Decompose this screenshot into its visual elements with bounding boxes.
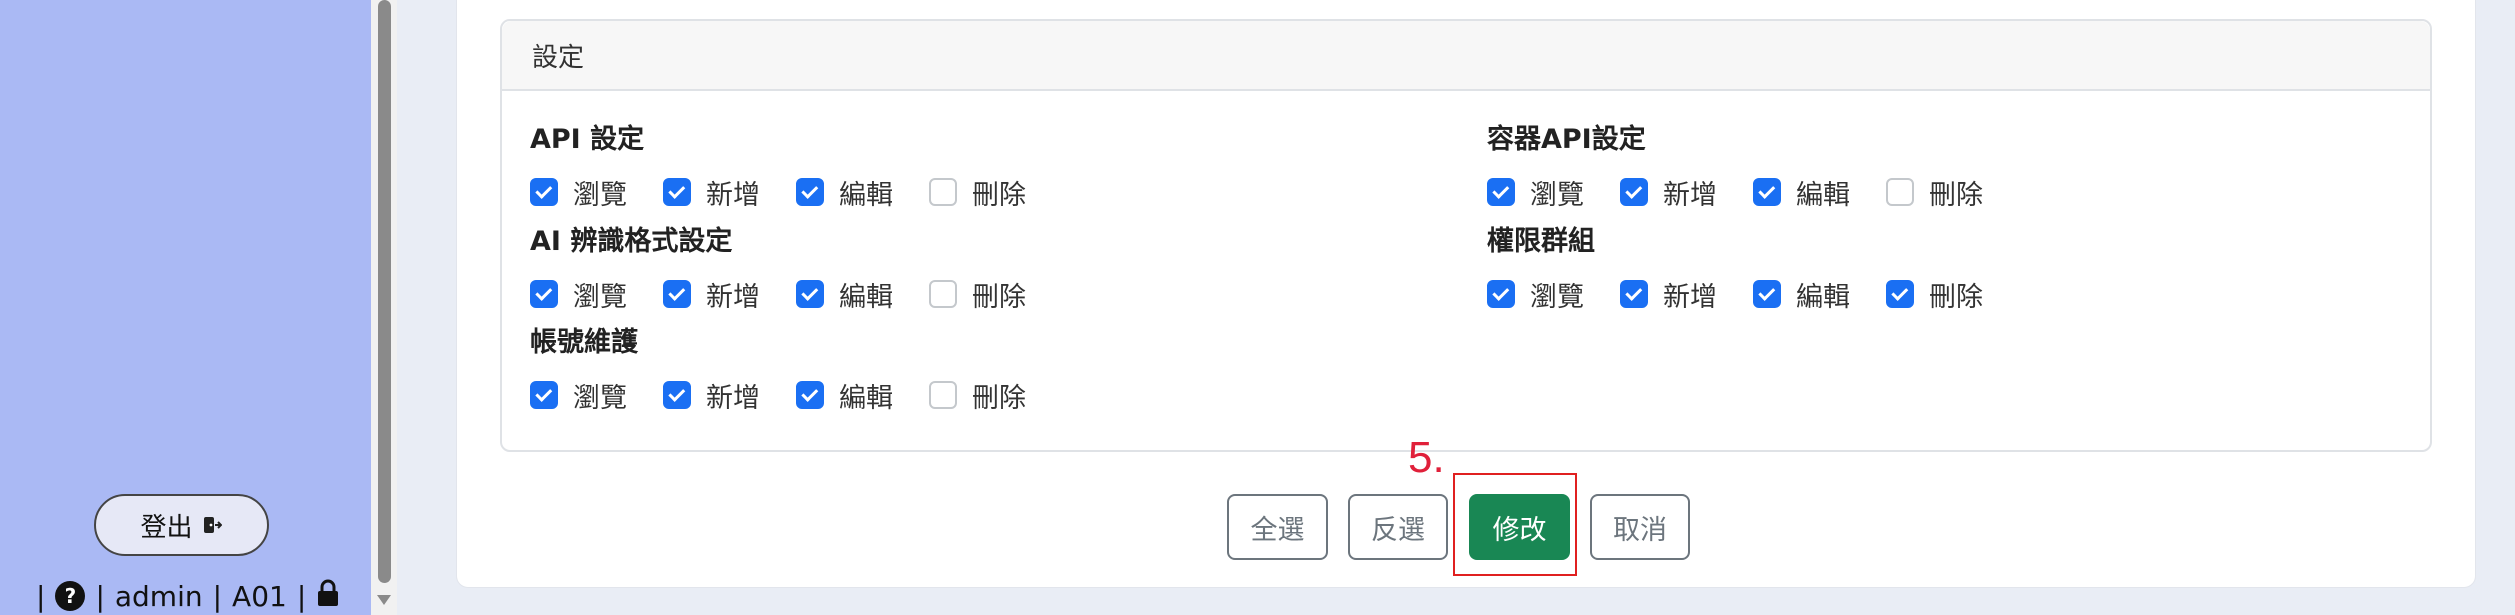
invert-selection-button[interactable]: 反選 bbox=[1348, 494, 1448, 560]
perm-item[interactable]: 刪除 bbox=[929, 376, 1062, 415]
permission-checkbox[interactable] bbox=[1753, 280, 1781, 308]
permission-label: 新增 bbox=[706, 281, 760, 313]
cancel-button[interactable]: 取消 bbox=[1590, 494, 1690, 560]
permission-label: 編輯 bbox=[839, 281, 893, 313]
permission-checkbox[interactable] bbox=[796, 280, 824, 308]
org-code: A01 bbox=[232, 579, 287, 613]
perm-item[interactable]: 刪除 bbox=[1886, 275, 2019, 314]
perm-item[interactable]: 編輯 bbox=[796, 173, 929, 212]
perm-group-title: AI 辨識格式設定 bbox=[530, 226, 733, 257]
permission-label: 編輯 bbox=[1796, 179, 1850, 211]
perm-group-title: 容器API設定 bbox=[1487, 124, 1646, 155]
permission-checkbox[interactable] bbox=[530, 280, 558, 308]
perm-group-title: 帳號維護 bbox=[530, 327, 638, 358]
logout-label: 登出 bbox=[140, 512, 193, 543]
perm-group-ai-format: AI 辨識格式設定瀏覽 新增 編輯 刪除 bbox=[530, 224, 1062, 313]
permission-label: 刪除 bbox=[972, 281, 1026, 313]
perm-group-account: 帳號維護瀏覽 新增 編輯 刪除 bbox=[530, 325, 1062, 414]
perm-item[interactable]: 瀏覽 bbox=[1487, 275, 1620, 314]
perm-row: 瀏覽 新增 編輯 刪除 bbox=[530, 176, 1062, 211]
permission-checkbox[interactable] bbox=[530, 381, 558, 409]
permission-label: 瀏覽 bbox=[1530, 281, 1584, 313]
permission-checkbox[interactable] bbox=[929, 178, 957, 206]
permission-checkbox[interactable] bbox=[530, 178, 558, 206]
permission-checkbox[interactable] bbox=[1886, 178, 1914, 206]
perm-item[interactable]: 瀏覽 bbox=[530, 376, 663, 415]
permission-label: 新增 bbox=[706, 179, 760, 211]
separator: | bbox=[95, 579, 105, 613]
permission-checkbox[interactable] bbox=[663, 381, 691, 409]
scrollbar[interactable] bbox=[371, 0, 397, 615]
permission-checkbox[interactable] bbox=[929, 381, 957, 409]
permission-checkbox[interactable] bbox=[1753, 178, 1781, 206]
permission-label: 新增 bbox=[1663, 179, 1717, 211]
permission-checkbox[interactable] bbox=[929, 280, 957, 308]
permission-checkbox[interactable] bbox=[796, 381, 824, 409]
perm-item[interactable]: 刪除 bbox=[1886, 173, 2019, 212]
separator: | bbox=[296, 579, 307, 613]
perm-group-container-api: 容器API設定瀏覽 新增 編輯 刪除 bbox=[1487, 122, 2019, 211]
separator: | bbox=[212, 579, 223, 613]
perm-row: 瀏覽 新增 編輯 刪除 bbox=[530, 379, 1062, 414]
username: admin bbox=[114, 579, 203, 613]
permission-label: 瀏覽 bbox=[573, 281, 627, 313]
permission-label: 編輯 bbox=[1796, 281, 1850, 313]
perm-item[interactable]: 新增 bbox=[663, 275, 796, 314]
permission-label: 刪除 bbox=[1929, 281, 1983, 313]
permission-checkbox[interactable] bbox=[1487, 280, 1515, 308]
perm-item[interactable]: 新增 bbox=[1620, 173, 1753, 212]
perm-group-title: API 設定 bbox=[530, 124, 645, 155]
permission-checkbox[interactable] bbox=[663, 280, 691, 308]
perm-item[interactable]: 瀏覽 bbox=[530, 173, 663, 212]
perm-item[interactable]: 編輯 bbox=[1753, 275, 1886, 314]
permission-label: 刪除 bbox=[1929, 179, 1983, 211]
perm-item[interactable]: 編輯 bbox=[1753, 173, 1886, 212]
perm-row: 瀏覽 新增 編輯 刪除 bbox=[1487, 278, 2019, 313]
permission-label: 瀏覽 bbox=[573, 382, 627, 414]
perm-item[interactable]: 瀏覽 bbox=[530, 275, 663, 314]
permission-checkbox[interactable] bbox=[663, 178, 691, 206]
perm-row: 瀏覽 新增 編輯 刪除 bbox=[530, 278, 1062, 313]
step-annotation: 5. bbox=[1408, 433, 1445, 482]
permission-checkbox[interactable] bbox=[1886, 280, 1914, 308]
permission-checkbox[interactable] bbox=[796, 178, 824, 206]
permission-checkbox[interactable] bbox=[1620, 280, 1648, 308]
perm-item[interactable]: 刪除 bbox=[929, 173, 1062, 212]
permission-label: 新增 bbox=[1663, 281, 1717, 313]
perm-item[interactable]: 刪除 bbox=[929, 275, 1062, 314]
permission-label: 瀏覽 bbox=[573, 179, 627, 211]
logout-button[interactable]: 登出 bbox=[94, 494, 269, 556]
separator: | bbox=[36, 579, 46, 613]
settings-header: 設定 bbox=[502, 21, 2430, 91]
select-all-button[interactable]: 全選 bbox=[1227, 494, 1328, 560]
permission-label: 編輯 bbox=[839, 179, 893, 211]
permission-label: 刪除 bbox=[972, 382, 1026, 414]
permission-checkbox[interactable] bbox=[1620, 178, 1648, 206]
permission-checkbox[interactable] bbox=[1487, 178, 1515, 206]
perm-item[interactable]: 新增 bbox=[1620, 275, 1753, 314]
perm-group-title: 權限群組 bbox=[1487, 226, 1595, 257]
permission-label: 編輯 bbox=[839, 382, 893, 414]
perm-item[interactable]: 新增 bbox=[663, 376, 796, 415]
perm-group-api: API 設定瀏覽 新增 編輯 刪除 bbox=[530, 122, 1062, 211]
sidebar: 登出 | ? | admin | A01 | bbox=[0, 0, 371, 615]
help-icon[interactable]: ? bbox=[55, 581, 86, 611]
scrollbar-thumb[interactable] bbox=[378, 0, 391, 583]
perm-group-permission-groups: 權限群組瀏覽 新增 編輯 刪除 bbox=[1487, 224, 2019, 313]
perm-item[interactable]: 編輯 bbox=[796, 275, 929, 314]
modify-button[interactable]: 修改 bbox=[1469, 494, 1570, 560]
permission-label: 瀏覽 bbox=[1530, 179, 1584, 211]
lock-icon[interactable] bbox=[316, 579, 340, 614]
perm-item[interactable]: 瀏覽 bbox=[1487, 173, 1620, 212]
scroll-down-arrow-icon[interactable] bbox=[377, 595, 391, 605]
perm-row: 瀏覽 新增 編輯 刪除 bbox=[1487, 176, 2019, 211]
logout-icon bbox=[201, 514, 223, 536]
user-info: | ? | admin | A01 | bbox=[36, 579, 340, 614]
permission-label: 新增 bbox=[706, 382, 760, 414]
perm-item[interactable]: 新增 bbox=[663, 173, 796, 212]
perm-item[interactable]: 編輯 bbox=[796, 376, 929, 415]
permission-label: 刪除 bbox=[972, 179, 1026, 211]
